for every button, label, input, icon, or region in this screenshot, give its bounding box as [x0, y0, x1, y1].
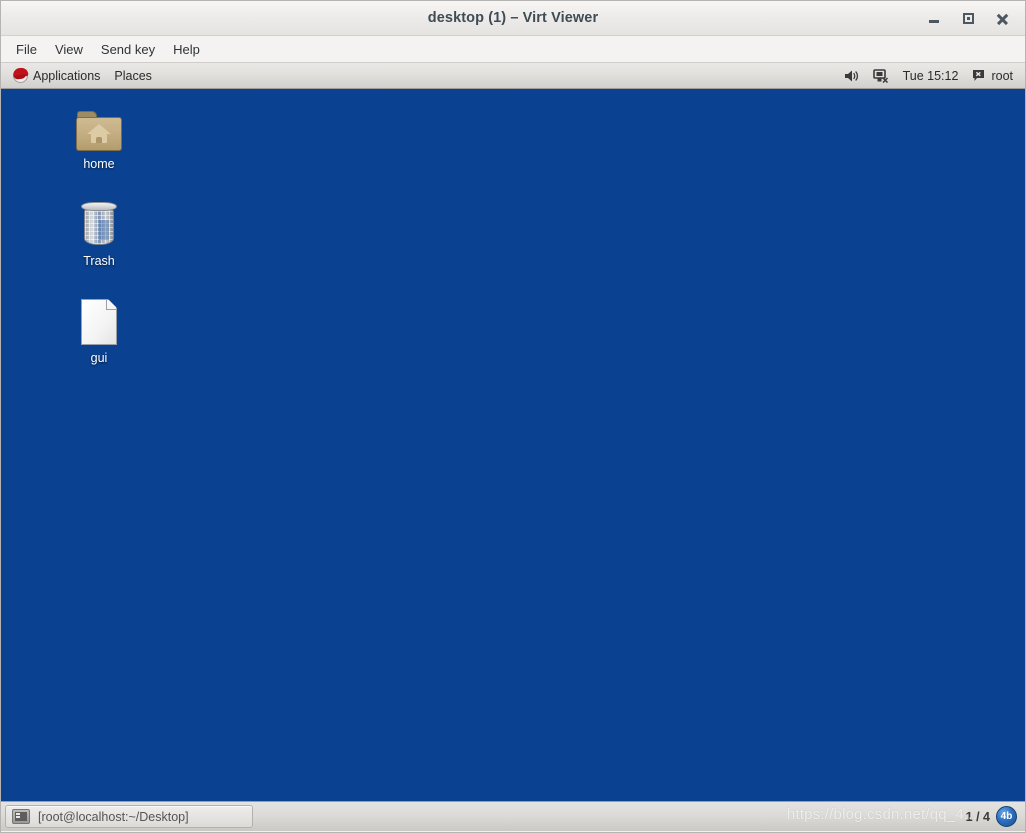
desktop-icon-home[interactable]: home — [53, 99, 145, 171]
network-disconnected-icon — [872, 68, 888, 83]
workspace-switcher[interactable]: 1 / 4 4b — [966, 806, 1021, 827]
window-controls — [917, 1, 1019, 36]
applications-menu-label: Applications — [33, 68, 101, 83]
panel-menus: Applications Places — [1, 65, 159, 86]
trash-icon — [53, 196, 145, 248]
clock-label: Tue 15:12 — [902, 68, 959, 83]
close-icon — [996, 13, 1008, 25]
fedora-logo-icon — [12, 66, 29, 83]
window-titlebar: desktop (1) – Virt Viewer — [1, 1, 1025, 36]
menu-view[interactable]: View — [46, 38, 92, 61]
desktop-icon-label: home — [83, 157, 115, 171]
guest-desktop[interactable]: Applications Places Tue 15:12 root home … — [1, 63, 1025, 831]
minimize-icon — [929, 20, 939, 23]
desktop-icon-gui[interactable]: gui — [53, 293, 145, 365]
places-menu-label: Places — [114, 68, 152, 83]
menu-file[interactable]: File — [7, 38, 46, 61]
desktop-icon-trash[interactable]: Trash — [53, 196, 145, 268]
user-menu[interactable]: root — [966, 66, 1019, 86]
close-button[interactable] — [985, 4, 1019, 34]
home-folder-icon — [53, 99, 145, 151]
virt-viewer-window: desktop (1) – Virt Viewer File View Send… — [0, 0, 1026, 833]
minimize-button[interactable] — [917, 4, 951, 34]
taskbar-button-terminal[interactable]: [root@localhost:~/Desktop] — [5, 805, 253, 828]
messaging-icon — [973, 70, 985, 81]
applications-menu[interactable]: Applications — [6, 65, 107, 86]
desktop-top-panel: Applications Places Tue 15:12 root — [1, 63, 1025, 89]
maximize-icon — [962, 13, 974, 24]
workspace-badge-icon: 4b — [996, 806, 1017, 827]
user-label: root — [991, 68, 1013, 83]
clock[interactable]: Tue 15:12 — [897, 66, 965, 86]
workspace-label: 1 / 4 — [965, 809, 990, 824]
document-icon — [53, 293, 145, 345]
desktop-icon-label: gui — [90, 351, 108, 365]
watermark-text: https://blog.csdn.net/qq_4... — [786, 806, 977, 823]
taskbar-button-label: [root@localhost:~/Desktop] — [38, 809, 189, 824]
desktop-bottom-panel: [root@localhost:~/Desktop] 1 / 4 4b http… — [1, 801, 1025, 831]
terminal-icon — [12, 809, 30, 824]
panel-tray: Tue 15:12 root — [838, 66, 1025, 86]
volume-icon — [844, 70, 858, 81]
network-button[interactable] — [867, 66, 895, 86]
maximize-button[interactable] — [951, 4, 985, 34]
places-menu[interactable]: Places — [107, 66, 159, 86]
window-title: desktop (1) – Virt Viewer — [427, 10, 599, 26]
volume-button[interactable] — [838, 66, 865, 86]
menu-send-key[interactable]: Send key — [92, 38, 164, 61]
menu-help[interactable]: Help — [164, 38, 209, 61]
desktop-icon-label: Trash — [83, 254, 115, 268]
menubar: File View Send key Help — [1, 36, 1025, 63]
desktop-icons: home Trash gui — [53, 99, 145, 390]
